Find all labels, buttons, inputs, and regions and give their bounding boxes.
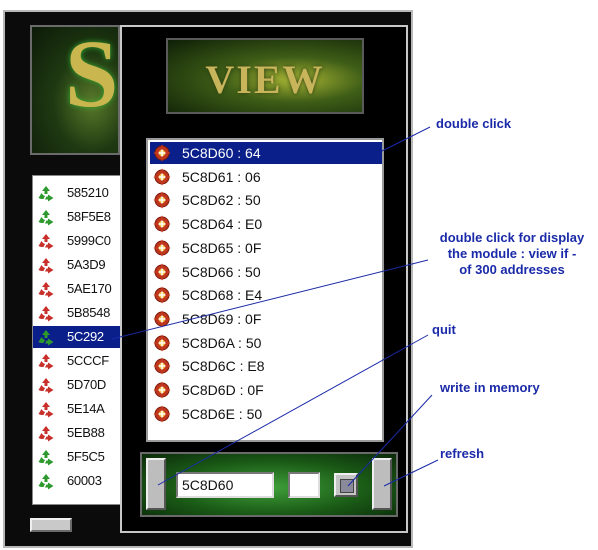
annotation-double-click-display: double click for display the module : vi…	[428, 230, 596, 278]
annotation-line: of 300 addresses	[459, 262, 565, 277]
annotation-write-in-memory: write in memory	[440, 380, 540, 395]
annotation-quit: quit	[432, 322, 456, 337]
annotation-refresh: refresh	[440, 446, 485, 461]
annotation-line: the module : view if -	[447, 246, 577, 261]
annotation-double-click: double click	[436, 116, 512, 131]
annotation-line: double click for display	[439, 230, 585, 245]
